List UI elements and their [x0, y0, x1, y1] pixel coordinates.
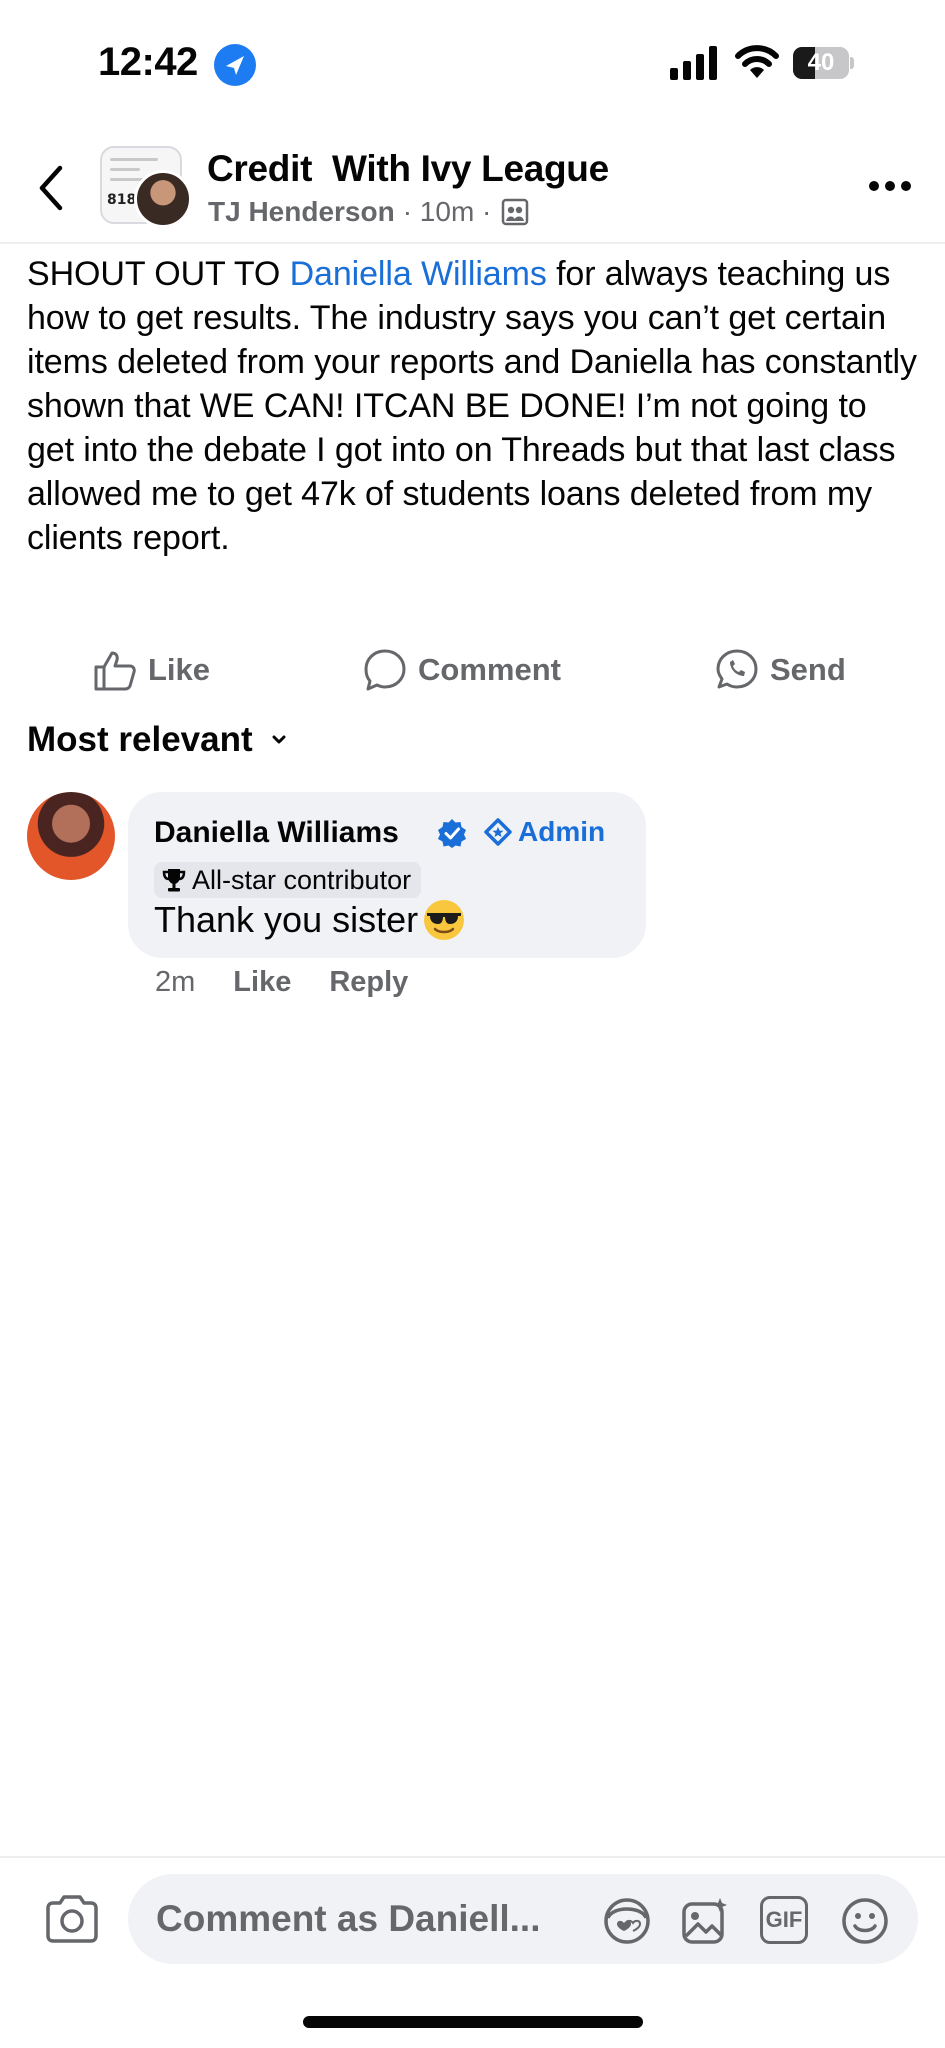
commenter-name[interactable]: Daniella Williams [154, 816, 399, 850]
gif-icon[interactable]: GIF [760, 1896, 808, 1944]
emoji-icon[interactable] [840, 1896, 890, 1946]
status-time: 12:42 [98, 40, 198, 84]
post-time: · 10m · [402, 196, 492, 227]
comment-bubble-icon [364, 649, 406, 691]
battery-body: 40 [793, 47, 849, 79]
author-avatar[interactable] [134, 170, 192, 228]
location-arrow-icon [214, 44, 256, 86]
verified-badge-icon [438, 819, 466, 848]
commenter-avatar[interactable] [27, 792, 115, 880]
comment-text-content: Thank you sister [154, 899, 419, 940]
comment-sort-dropdown[interactable]: Most relevant [27, 720, 287, 760]
comment-text: Thank you sister [154, 898, 466, 942]
comment-actions: 2m Like Reply [155, 966, 408, 999]
battery-cap [850, 57, 854, 69]
comment-input[interactable]: Comment as Daniell... GIF [128, 1874, 918, 1964]
chevron-down-icon [272, 735, 286, 744]
thumb-score: 818 [107, 192, 137, 208]
back-chevron-icon[interactable] [32, 162, 72, 214]
camera-icon[interactable] [44, 1894, 100, 1944]
home-indicator [303, 2016, 643, 2028]
comment-label: Comment [418, 652, 561, 687]
gif-label: GIF [765, 1907, 803, 1932]
post-actions: Like Comment Send [0, 640, 945, 700]
comment-reply-button[interactable]: Reply [329, 966, 408, 999]
like-button[interactable]: Like [92, 640, 210, 700]
contributor-label: All-star contributor [192, 864, 412, 895]
photo-icon[interactable] [680, 1896, 730, 1946]
post-header: 818 Credit With Ivy League TJ Henderson … [0, 130, 945, 244]
comment-timestamp: 2m [155, 966, 196, 998]
contributor-badge[interactable]: All-star contributor [154, 862, 422, 898]
post-text-body: for always teaching us how to get result… [27, 255, 917, 557]
send-button[interactable]: Send [714, 640, 846, 700]
comment-composer: Comment as Daniell... GIF [0, 1856, 945, 1976]
comment-bubble: Daniella Williams Admin All-star contrib… [128, 792, 646, 958]
admin-tag: Admin [484, 816, 605, 848]
like-label: Like [148, 652, 211, 687]
wifi-icon [735, 45, 779, 78]
sunglasses-emoji-icon [424, 900, 465, 940]
post-text-intro: SHOUT OUT TO [27, 255, 290, 293]
battery-percent: 40 [807, 49, 835, 76]
members-icon [502, 198, 529, 226]
status-bar: 12:42 40 [0, 0, 945, 120]
more-icon[interactable] [868, 180, 912, 192]
post-meta: TJ Henderson · 10m · [208, 196, 529, 228]
post-text: SHOUT OUT TO Daniella Williams for alway… [27, 252, 922, 560]
sort-label: Most relevant [27, 720, 253, 759]
thumb-line [110, 158, 158, 161]
mention-link[interactable]: Daniella Williams [290, 255, 547, 293]
cellular-signal-icon [670, 46, 717, 80]
comment-input-placeholder: Comment as Daniell... [156, 1898, 541, 1939]
comment-button[interactable]: Comment [362, 640, 561, 700]
comment-like-button[interactable]: Like [233, 966, 291, 999]
battery-icon: 40 [793, 47, 855, 79]
send-label: Send [770, 652, 846, 687]
thumbs-up-icon [94, 651, 136, 691]
admin-shield-icon [484, 818, 512, 846]
author-name[interactable]: TJ Henderson [208, 196, 395, 228]
admin-label: Admin [518, 816, 606, 847]
group-name[interactable]: Credit With Ivy League [207, 148, 609, 190]
avatar-sticker-icon[interactable] [602, 1896, 652, 1946]
whatsapp-icon [716, 649, 758, 689]
thumb-line [110, 168, 140, 171]
trophy-icon [162, 869, 186, 892]
